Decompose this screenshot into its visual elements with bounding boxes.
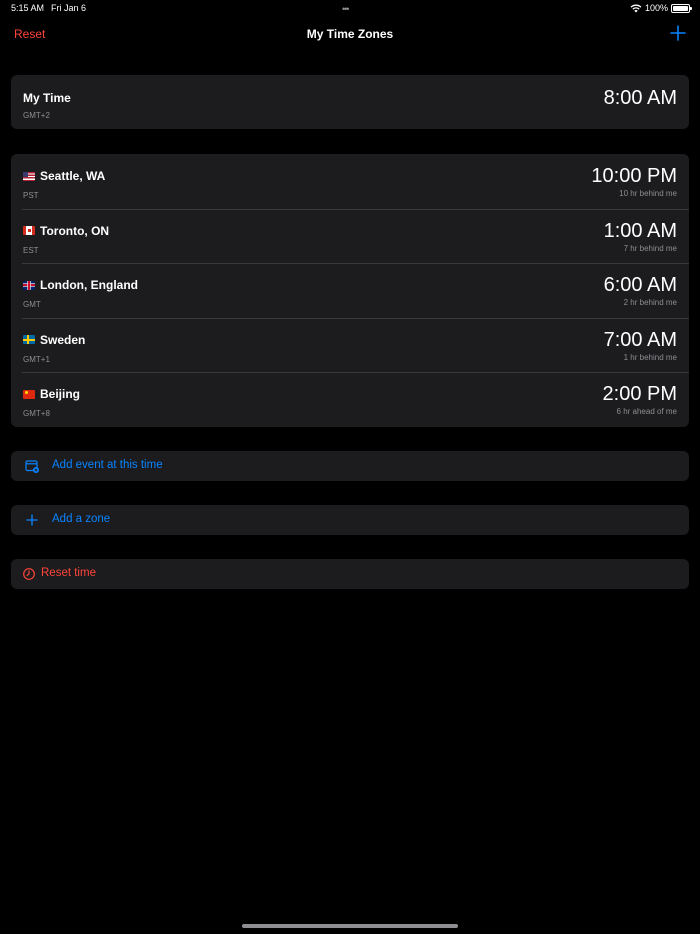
zone-time: 1:00 AM: [603, 219, 677, 242]
zone-offset: 6 hr ahead of me: [616, 407, 677, 417]
app-screen: 5:15 AM Fri Jan 6 ••• 100% Reset My Time…: [0, 0, 700, 934]
sweden-flag-icon: [23, 335, 35, 345]
home-indicator[interactable]: [242, 924, 458, 928]
clock-icon: [23, 568, 35, 580]
battery-icon: [671, 3, 692, 13]
zone-abbrev: GMT+8: [23, 409, 50, 419]
zone-row[interactable]: London, England GMT 6:00 AM 2 hr behind …: [11, 263, 689, 318]
status-time: 5:15 AM: [11, 3, 45, 13]
china-flag-icon: [23, 389, 35, 399]
reset-time-label: Reset time: [41, 567, 96, 579]
my-time-label: My Time: [23, 91, 71, 105]
battery-fill: [673, 5, 688, 11]
multitasking-dots[interactable]: •••: [342, 4, 350, 14]
canada-flag-icon: [23, 226, 35, 236]
zone-offset: 1 hr behind me: [623, 352, 677, 362]
zone-city-name: Beijing: [40, 387, 81, 402]
zone-city: Beijing: [23, 387, 80, 401]
zone-time: 10:00 PM: [591, 165, 677, 187]
zone-offset: 10 hr behind me: [619, 189, 677, 198]
wifi-icon: [630, 4, 642, 12]
zone-city-name: Sweden: [40, 332, 86, 347]
zone-abbrev: EST: [23, 245, 39, 255]
uk-flag-icon: [23, 280, 35, 290]
zone-city: Toronto, ON: [23, 224, 109, 238]
zone-city-name: London, England: [40, 278, 138, 293]
zone-city: London, England: [23, 278, 138, 292]
zone-abbrev: GMT+1: [23, 354, 50, 364]
reset-time-button[interactable]: Reset time: [11, 559, 689, 589]
zone-offset: 7 hr behind me: [623, 243, 677, 253]
zone-city-name: Seattle, WA: [40, 169, 106, 183]
add-zone-label: Add a zone: [52, 513, 111, 525]
add-zone-plus-icon[interactable]: [670, 24, 686, 42]
my-time-clock[interactable]: 8:00 AM: [604, 87, 677, 110]
add-zone-button[interactable]: Add a zone: [11, 505, 689, 535]
zone-row[interactable]: Seattle, WA PST 10:00 PM 10 hr behind me: [11, 154, 689, 209]
zone-offset: 2 hr behind me: [623, 298, 677, 308]
zone-abbrev: GMT: [23, 300, 41, 310]
add-event-button[interactable]: Add event at this time: [11, 451, 689, 481]
zone-row[interactable]: Toronto, ON EST 1:00 AM 7 hr behind me: [11, 208, 689, 264]
zone-time: 7:00 AM: [603, 328, 677, 351]
plus-icon: [26, 514, 38, 526]
zone-time: 2:00 PM: [602, 383, 677, 406]
zone-abbrev: PST: [23, 191, 39, 200]
time-zone-list: Seattle, WA PST 10:00 PM 10 hr behind me…: [11, 154, 689, 427]
zone-row[interactable]: Beijing GMT+8 2:00 PM 6 hr ahead of me: [11, 372, 689, 427]
us-flag-icon: [23, 171, 35, 181]
my-time-card[interactable]: My Time GMT+2 8:00 AM: [11, 75, 689, 129]
add-event-label: Add event at this time: [52, 459, 163, 471]
calendar-add-icon: [25, 460, 39, 473]
status-date: Fri Jan 6: [51, 3, 87, 13]
zone-time: 6:00 AM: [603, 274, 677, 297]
my-time-zone: GMT+2: [23, 111, 50, 120]
zone-city: Seattle, WA: [23, 169, 105, 183]
zone-city: Sweden: [23, 333, 85, 347]
zone-row[interactable]: Sweden GMT+1 7:00 AM 1 hr behind me: [11, 317, 689, 373]
status-bar: 5:15 AM Fri Jan 6 ••• 100%: [0, 0, 700, 18]
battery-percent: 100%: [644, 3, 668, 13]
zone-city-name: Toronto, ON: [40, 223, 110, 238]
page-title: My Time Zones: [306, 27, 394, 41]
status-indicators: 100%: [630, 3, 692, 13]
